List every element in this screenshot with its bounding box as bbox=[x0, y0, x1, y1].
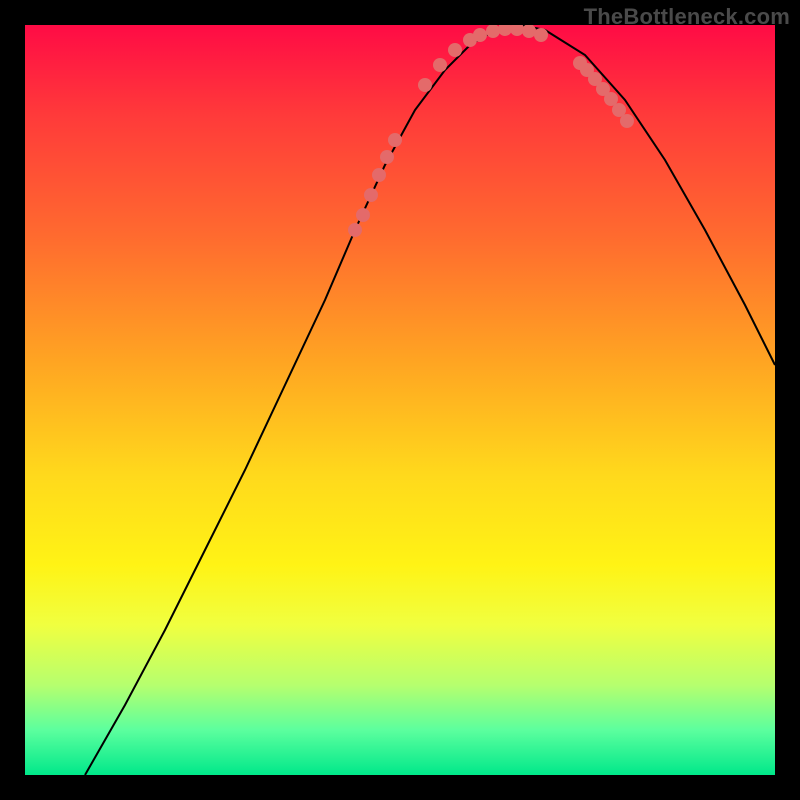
marker-group bbox=[348, 25, 634, 237]
curve-marker bbox=[418, 78, 432, 92]
watermark-text: TheBottleneck.com bbox=[584, 4, 790, 30]
curve-marker bbox=[433, 58, 447, 72]
curve-marker bbox=[473, 28, 487, 42]
chart-frame: TheBottleneck.com bbox=[0, 0, 800, 800]
curve-marker bbox=[380, 150, 394, 164]
curve-marker bbox=[388, 133, 402, 147]
curve-marker bbox=[356, 208, 370, 222]
curve-marker bbox=[534, 28, 548, 42]
curve-marker bbox=[448, 43, 462, 57]
curve-marker bbox=[348, 223, 362, 237]
curve-marker bbox=[522, 25, 536, 38]
plot-area bbox=[25, 25, 775, 775]
curve-marker bbox=[486, 25, 500, 38]
curve-marker bbox=[620, 114, 634, 128]
curve-marker bbox=[510, 25, 524, 36]
curve-svg bbox=[25, 25, 775, 775]
curve-marker bbox=[364, 188, 378, 202]
curve-marker bbox=[498, 25, 512, 36]
bottleneck-curve bbox=[85, 25, 775, 775]
curve-marker bbox=[372, 168, 386, 182]
